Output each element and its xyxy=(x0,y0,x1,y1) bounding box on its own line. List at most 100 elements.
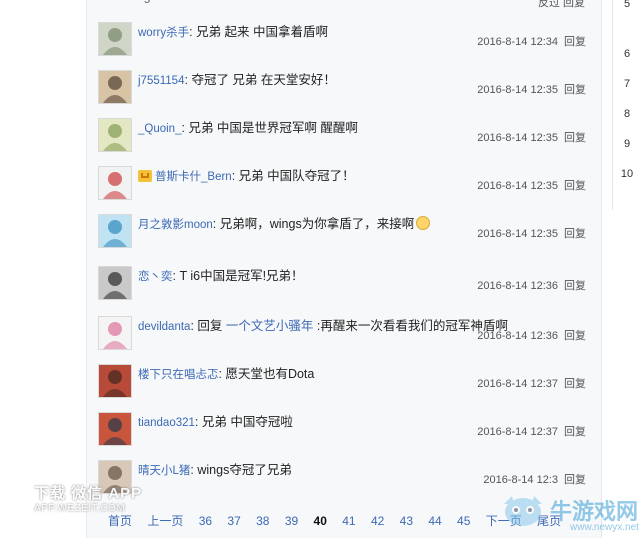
left-gutter xyxy=(0,0,80,538)
reply-timestamp: 2016-8-14 12:35 xyxy=(477,84,558,96)
watermark-left-url: APP.WEZEIT.COM xyxy=(34,503,126,514)
mascot-logo-icon xyxy=(504,496,542,526)
reply-timestamp: 2016-8-14 12:36 xyxy=(477,330,558,342)
avatar[interactable] xyxy=(98,214,132,248)
watermark-right: 牛游戏网 www.newyx.net xyxy=(500,488,640,538)
reply-item: 楼下只在唱忐忑: 愿天堂也有Dota 2016-8-14 12:37 回复 xyxy=(98,364,588,410)
reply-content: 夺冠了 兄弟 在天堂安好！ xyxy=(191,73,336,87)
watermark-right-url: www.newyx.net xyxy=(570,522,639,533)
pager-page[interactable]: 37 xyxy=(227,514,240,528)
reply-username[interactable]: tiandao321 xyxy=(138,417,195,429)
reply-meta: 2016-8-14 12:3 回复 xyxy=(483,474,586,486)
reply-content: 兄弟 中国队夺冠了！ xyxy=(238,169,355,183)
reply-line: _Quoin_: 兄弟 中国是世界冠军啊 醒醒啊 xyxy=(138,120,358,137)
top-fragment-number: 5 xyxy=(144,0,151,6)
right-list-number[interactable]: 9 xyxy=(613,138,640,150)
reply-username[interactable]: 恋丶奕 xyxy=(138,271,173,283)
username-separator: : xyxy=(231,169,239,183)
pager-page[interactable]: 42 xyxy=(371,514,384,528)
reply-timestamp: 2016-8-14 12:34 xyxy=(477,36,558,48)
reply-button[interactable]: 回复 xyxy=(564,330,586,342)
reply-mention-link[interactable]: 一个文艺小骚年 xyxy=(226,319,314,333)
reply-content: 愿天堂也有Dota xyxy=(225,367,315,381)
reply-content: wings夺冠了兄弟 xyxy=(197,463,292,477)
pager-page[interactable]: 39 xyxy=(285,514,298,528)
reply-prefix: 回复 xyxy=(197,319,226,333)
reply-content: T i6中国是冠军!兄弟！ xyxy=(179,269,304,283)
reply-username[interactable]: 晴天小L猪 xyxy=(138,465,190,477)
reply-item: devildanta: 回复 一个文艺小骚年 :再醒来一次看看我们的冠军神盾啊 2… xyxy=(98,316,588,362)
pager-page[interactable]: 38 xyxy=(256,514,269,528)
reply-item: 恋丶奕: T i6中国是冠军!兄弟！ 2016-8-14 12:36 回复 xyxy=(98,266,588,312)
reply-button[interactable]: 回复 xyxy=(564,84,586,96)
reply-username[interactable]: _Quoin_ xyxy=(138,123,181,135)
reply-username[interactable]: devildanta xyxy=(138,321,190,333)
right-list-number[interactable]: 6 xyxy=(613,48,640,60)
reply-button[interactable]: 回复 xyxy=(564,474,586,486)
reply-timestamp: 2016-8-14 12:35 xyxy=(477,132,558,144)
reply-content: 兄弟 起来 中国拿着盾啊 xyxy=(196,25,329,39)
reply-line: 楼下只在唱忐忑: 愿天堂也有Dota xyxy=(138,366,314,383)
right-list-number[interactable]: 7 xyxy=(613,78,640,90)
reply-item: 普斯卡什_Bern: 兄弟 中国队夺冠了！ 2016-8-14 12:35 回复 xyxy=(98,166,588,212)
vip-crown-icon xyxy=(138,170,152,182)
right-sidebar-list: 5 6 7 8 9 10 xyxy=(612,0,640,210)
reply-button[interactable]: 回复 xyxy=(564,180,586,192)
pager-page[interactable]: 44 xyxy=(428,514,441,528)
pager-current-page: 40 xyxy=(313,514,327,528)
reply-button[interactable]: 回复 xyxy=(564,132,586,144)
reply-meta: 2016-8-14 12:37 回复 xyxy=(477,378,586,390)
right-list-number[interactable]: 5 xyxy=(613,0,640,10)
username-separator: : xyxy=(212,217,220,231)
pager-prev[interactable]: 上一页 xyxy=(147,514,183,528)
reply-username[interactable]: worry杀手 xyxy=(138,27,189,39)
avatar[interactable] xyxy=(98,22,132,56)
reply-meta: 2016-8-14 12:35 回复 xyxy=(477,84,586,96)
reply-content: 兄弟啊，wings为你拿盾了，来接啊 xyxy=(219,217,415,231)
reply-username[interactable]: j7551154 xyxy=(138,75,184,87)
reply-meta: 2016-8-14 12:36 回复 xyxy=(477,330,586,342)
reply-timestamp: 2016-8-14 12:3 xyxy=(483,474,558,486)
reply-line: j7551154: 夺冠了 兄弟 在天堂安好！ xyxy=(138,72,336,89)
reply-button[interactable]: 回复 xyxy=(564,378,586,390)
reply-line: 晴天小L猪: wings夺冠了兄弟 xyxy=(138,462,292,479)
reply-line: devildanta: 回复 一个文艺小骚年 :再醒来一次看看我们的冠军神盾啊 xyxy=(138,318,508,335)
reply-timestamp: 2016-8-14 12:36 xyxy=(477,280,558,292)
reply-timestamp: 2016-8-14 12:37 xyxy=(477,426,558,438)
pager-first[interactable]: 首页 xyxy=(108,514,132,528)
reply-username[interactable]: 楼下只在唱忐忑 xyxy=(138,369,219,381)
reply-meta: 2016-8-14 12:35 回复 xyxy=(477,180,586,192)
pager-page[interactable]: 41 xyxy=(342,514,355,528)
reply-meta: 2016-8-14 12:35 回复 xyxy=(477,228,586,240)
reply-timestamp: 2016-8-14 12:35 xyxy=(477,180,558,192)
right-list-number[interactable]: 8 xyxy=(613,108,640,120)
reply-meta: 2016-8-14 12:36 回复 xyxy=(477,280,586,292)
username-separator: : xyxy=(194,415,202,429)
avatar[interactable] xyxy=(98,166,132,200)
reply-line: 恋丶奕: T i6中国是冠军!兄弟！ xyxy=(138,268,304,285)
top-fragment-reply[interactable]: 反过 回复 xyxy=(538,0,585,10)
reply-meta: 2016-8-14 12:35 回复 xyxy=(477,132,586,144)
avatar[interactable] xyxy=(98,70,132,104)
reply-button[interactable]: 回复 xyxy=(564,426,586,438)
reply-button[interactable]: 回复 xyxy=(564,36,586,48)
avatar[interactable] xyxy=(98,316,132,350)
right-list-number[interactable]: 10 xyxy=(613,168,640,180)
avatar[interactable] xyxy=(98,364,132,398)
reply-timestamp: 2016-8-14 12:35 xyxy=(477,228,558,240)
pager-page[interactable]: 45 xyxy=(457,514,470,528)
reply-line: 普斯卡什_Bern: 兄弟 中国队夺冠了！ xyxy=(138,168,355,185)
pager-page[interactable]: 43 xyxy=(400,514,413,528)
reply-item: tiandao321: 兄弟 中国夺冠啦 2016-8-14 12:37 回复 xyxy=(98,412,588,458)
avatar[interactable] xyxy=(98,118,132,152)
reply-button[interactable]: 回复 xyxy=(564,280,586,292)
reply-item: worry杀手: 兄弟 起来 中国拿着盾啊 2016-8-14 12:34 回复 xyxy=(98,22,588,68)
reply-item: _Quoin_: 兄弟 中国是世界冠军啊 醒醒啊 2016-8-14 12:35 回… xyxy=(98,118,588,164)
reply-username[interactable]: 月之敦影moon xyxy=(138,219,213,231)
avatar[interactable] xyxy=(98,266,132,300)
reply-line: 月之敦影moon: 兄弟啊，wings为你拿盾了，来接啊 xyxy=(138,216,431,233)
reply-username[interactable]: 普斯卡什_Bern xyxy=(155,171,232,183)
avatar[interactable] xyxy=(98,412,132,446)
pager-page[interactable]: 36 xyxy=(199,514,212,528)
reply-button[interactable]: 回复 xyxy=(564,228,586,240)
